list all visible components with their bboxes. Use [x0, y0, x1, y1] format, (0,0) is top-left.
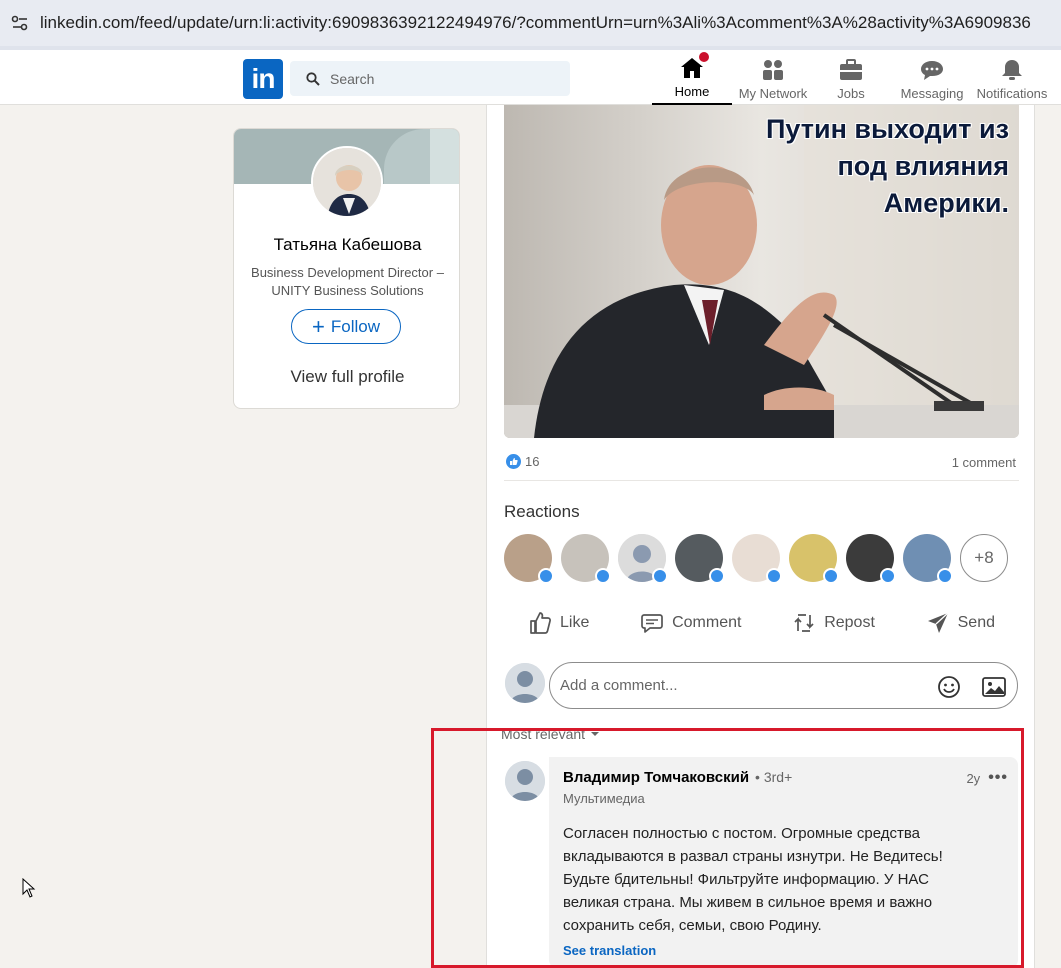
reactor-avatar[interactable] — [903, 534, 953, 584]
thumbs-up-icon — [530, 612, 551, 634]
comment-time: 2y — [966, 770, 981, 786]
reactor-avatar[interactable] — [789, 534, 839, 584]
view-full-profile-link[interactable]: View full profile — [234, 367, 459, 387]
post-image[interactable]: Путин выходит из под влияния Америки. — [504, 105, 1019, 438]
like-reaction-icon — [506, 454, 521, 469]
search-icon — [306, 71, 320, 86]
comment-count[interactable]: 1 comment — [952, 455, 1016, 470]
emoji-icon[interactable] — [936, 674, 962, 700]
repost-label: Repost — [824, 614, 875, 631]
comment-meta: 2y ••• — [966, 769, 1008, 787]
messaging-icon — [919, 57, 945, 83]
mouse-cursor-icon — [22, 877, 36, 903]
reaction-count: 16 — [525, 454, 540, 469]
connection-degree: • 3rd+ — [755, 769, 793, 785]
comment-button[interactable]: Comment — [640, 611, 741, 635]
search-input[interactable] — [330, 70, 550, 87]
repost-button[interactable]: Repost — [792, 611, 875, 635]
sort-label: Most relevant — [501, 726, 586, 742]
post-actions: Like Comment Repost Send — [504, 603, 1019, 643]
chevron-down-icon — [591, 732, 600, 736]
caption-line: Америки. — [883, 188, 1009, 218]
linkedin-logo[interactable]: in — [243, 59, 283, 99]
nav-my-network[interactable]: My Network — [733, 50, 813, 105]
reactor-avatar[interactable] — [504, 534, 554, 584]
profile-headline: Business Development Director – UNITY Bu… — [251, 265, 444, 298]
caption-line: под влияния — [837, 151, 1010, 181]
nav-messaging[interactable]: Messaging — [893, 50, 971, 105]
like-icon — [880, 568, 896, 584]
site-settings-icon[interactable] — [0, 0, 40, 46]
post-image-caption: Путин выходит из под влияния Америки. — [766, 111, 1009, 222]
network-icon — [760, 57, 786, 83]
plus-icon: + — [312, 313, 325, 339]
repost-icon — [794, 614, 814, 632]
notification-badge — [697, 50, 711, 64]
caption-line: Путин выходит из — [766, 114, 1009, 144]
post-detail: Путин выходит из под влияния Америки. 16… — [486, 105, 1035, 968]
send-icon — [927, 612, 949, 633]
follow-button[interactable]: + Follow — [291, 309, 401, 344]
comment-text: Согласен полностью с постом. Огромные ср… — [563, 825, 943, 934]
author-profile-card: Татьяна Кабешова Business Development Di… — [233, 128, 460, 409]
nav-notifications[interactable]: Notifications — [972, 50, 1052, 105]
send-label: Send — [957, 614, 995, 631]
home-icon — [679, 50, 711, 81]
search-box[interactable] — [290, 61, 570, 96]
comment-box[interactable] — [549, 662, 1018, 709]
nav-notifications-label: Notifications — [976, 86, 1048, 101]
comment-icon — [641, 614, 663, 633]
commenter-avatar[interactable] — [505, 761, 545, 801]
bell-icon — [999, 57, 1025, 83]
follow-label: Follow — [330, 316, 380, 336]
nav-jobs-label: Jobs — [837, 86, 865, 101]
more-options-icon[interactable]: ••• — [988, 769, 1008, 787]
nav-home-label: Home — [674, 84, 710, 99]
linkedin-header: in Home My Network Jobs Messaging — [0, 50, 1061, 105]
nav-messaging-label: Messaging — [900, 86, 964, 101]
like-icon — [937, 568, 953, 584]
reactor-avatar[interactable] — [675, 534, 725, 584]
divider — [504, 480, 1019, 481]
browser-url-bar: linkedin.com/feed/update/urn:li:activity… — [0, 0, 1061, 50]
reactor-avatar[interactable] — [732, 534, 782, 584]
see-translation-link[interactable]: See translation — [563, 943, 1004, 958]
commenter-headline: Мультимедиа — [563, 791, 645, 806]
reaction-summary[interactable]: 16 — [506, 454, 539, 469]
reactors-list: +8 — [504, 534, 1008, 584]
url-text[interactable]: linkedin.com/feed/update/urn:li:activity… — [40, 13, 1031, 33]
comment-label: Comment — [672, 614, 742, 631]
reactions-title: Reactions — [504, 502, 580, 521]
comment-input[interactable] — [560, 677, 920, 694]
like-icon — [652, 568, 668, 584]
image-icon[interactable] — [981, 674, 1007, 700]
like-icon — [823, 568, 839, 584]
profile-name[interactable]: Татьяна Кабешова — [234, 235, 459, 255]
like-icon — [766, 568, 782, 584]
commenter-name[interactable]: Владимир Томчаковский — [563, 769, 749, 786]
like-icon — [709, 568, 725, 584]
banner-decoration — [430, 129, 459, 184]
like-icon — [595, 568, 611, 584]
like-icon — [538, 568, 554, 584]
like-label: Like — [560, 614, 590, 631]
more-reactors-button[interactable]: +8 — [960, 534, 1008, 582]
briefcase-icon — [838, 57, 864, 83]
profile-avatar[interactable] — [311, 146, 383, 218]
nav-jobs[interactable]: Jobs — [815, 50, 887, 105]
address-field[interactable]: linkedin.com/feed/update/urn:li:activity… — [0, 0, 1061, 46]
reactor-avatar[interactable] — [561, 534, 611, 584]
current-user-avatar[interactable] — [505, 663, 545, 703]
sort-dropdown[interactable]: Most relevant — [501, 726, 601, 742]
reactor-avatar[interactable] — [618, 534, 668, 584]
like-button[interactable]: Like — [528, 611, 589, 635]
nav-home[interactable]: Home — [652, 50, 732, 105]
reactor-avatar[interactable] — [846, 534, 896, 584]
nav-my-network-label: My Network — [738, 86, 808, 101]
send-button[interactable]: Send — [926, 611, 995, 635]
comment-item: Владимир Томчаковский • 3rd+ 2y ••• Мульт… — [549, 757, 1018, 968]
